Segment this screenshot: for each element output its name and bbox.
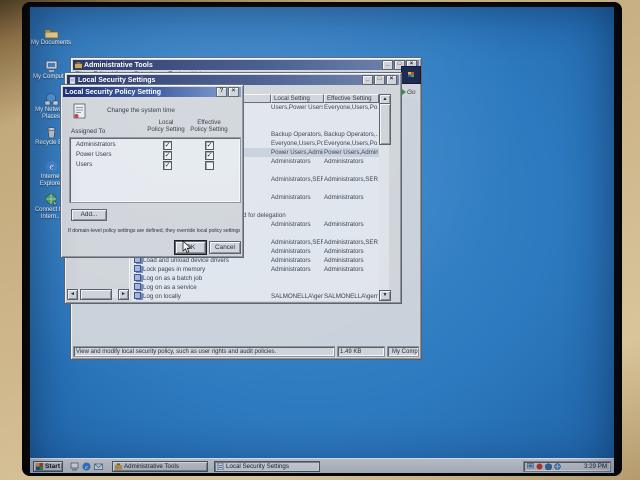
dialog-title: Local Security Policy Setting <box>65 89 161 96</box>
table-row[interactable]: Log on as a service <box>131 283 379 292</box>
effective-policy-setting-header: EffectivePolicy Setting <box>183 119 235 133</box>
assigned-to-label: Assigned To <box>71 128 105 135</box>
maximize-button[interactable]: □ <box>374 75 385 85</box>
ie-icon: e <box>44 160 59 173</box>
policy-setting-dialog: Local Security Policy Setting ? × Change… <box>60 84 244 258</box>
scroll-right-icon[interactable]: ► <box>118 289 129 300</box>
horizontal-scrollbar[interactable]: ◄ ► <box>67 289 129 298</box>
taskbar-clock[interactable]: 3:29 PM <box>584 463 607 470</box>
network-tray-icon[interactable] <box>554 463 561 470</box>
checkbox-effective[interactable] <box>205 141 214 150</box>
security-settings-icon <box>69 77 76 84</box>
status-hint: View and modify local security policy, s… <box>73 346 335 357</box>
status-bar: View and modify local security policy, s… <box>73 346 419 357</box>
list-item[interactable]: Users <box>70 161 240 170</box>
antivirus-tray-icon[interactable] <box>536 463 543 470</box>
minimize-button[interactable]: _ <box>362 75 373 85</box>
assigned-to-list[interactable]: Administrators Power Users Users <box>69 137 241 203</box>
scheduler-tray-icon[interactable] <box>545 463 552 470</box>
icon-label: My Documents <box>31 40 71 46</box>
svg-text:e: e <box>49 162 53 172</box>
policy-name: Change the system time <box>107 107 175 114</box>
window-title: Local Security Settings <box>78 77 155 84</box>
checkbox-effective[interactable] <box>205 151 214 160</box>
scrollbar-thumb[interactable] <box>80 289 112 300</box>
outlook-express-quicklaunch-icon[interactable] <box>94 462 103 471</box>
add-button[interactable]: Add... <box>71 209 107 221</box>
connect-internet-icon <box>44 193 59 206</box>
scrollbar-thumb[interactable] <box>379 103 391 145</box>
column-effective-setting[interactable]: Effective Setting <box>324 94 379 103</box>
checkbox-local[interactable] <box>163 141 172 150</box>
recycle-bin-icon <box>44 126 59 139</box>
network-icon <box>44 93 59 106</box>
admin-tools-icon <box>75 62 82 69</box>
checkbox-effective[interactable] <box>205 161 214 170</box>
folder-icon <box>44 27 59 39</box>
cancel-button[interactable]: Cancel <box>209 241 241 254</box>
monitor-bezel: My Documents My Computer My Network Plac… <box>0 0 640 480</box>
security-settings-icon <box>217 463 224 470</box>
checkbox-local[interactable] <box>163 151 172 160</box>
close-button[interactable]: × <box>228 87 239 97</box>
system-tray: 3:29 PM <box>523 461 611 472</box>
column-local-setting[interactable]: Local Setting <box>271 94 324 103</box>
policy-scroll-icon <box>72 103 87 120</box>
go-arrow-icon <box>402 89 406 95</box>
list-item[interactable]: Administrators <box>70 141 240 150</box>
task-button-administrative-tools[interactable]: Administrative Tools <box>112 461 208 472</box>
minimize-button[interactable]: _ <box>382 60 393 70</box>
desktop-icon-my-documents[interactable]: My Documents <box>30 27 72 47</box>
checkbox-local[interactable] <box>163 161 172 170</box>
window-title: Administrative Tools <box>84 62 153 69</box>
task-button-local-security-settings[interactable]: Local Security Settings <box>214 461 320 472</box>
windows-flag-icon <box>36 463 43 470</box>
scroll-left-icon[interactable]: ◄ <box>67 289 78 300</box>
close-button[interactable]: × <box>386 75 397 85</box>
display-tray-icon[interactable] <box>527 463 534 470</box>
show-desktop-icon[interactable] <box>70 462 79 471</box>
table-row[interactable]: Log on as a batch job <box>131 274 379 283</box>
svg-text:e: e <box>85 464 88 471</box>
desktop: My Documents My Computer My Network Plac… <box>30 7 614 473</box>
admin-tools-titlebar[interactable]: Administrative Tools _ □ × <box>73 60 419 70</box>
status-size: 1.49 KB <box>337 346 385 357</box>
table-row[interactable]: Lock pages in memoryAdministratorsAdmini… <box>131 265 379 274</box>
computer-icon <box>44 60 59 73</box>
start-button[interactable]: Start <box>33 461 63 472</box>
list-item[interactable]: Power Users <box>70 151 240 160</box>
help-button[interactable]: ? <box>216 87 227 97</box>
scroll-down-icon[interactable]: ▼ <box>379 290 391 301</box>
vertical-scrollbar[interactable]: ▲ ▼ <box>379 94 389 301</box>
mouse-cursor <box>182 240 192 254</box>
go-label: Go <box>407 89 416 96</box>
internet-explorer-quicklaunch-icon[interactable]: e <box>82 462 91 471</box>
go-button[interactable]: Go <box>402 87 420 97</box>
dialog-titlebar[interactable]: Local Security Policy Setting ? × <box>63 87 241 97</box>
table-row[interactable]: Log on locallySALMONELLA\germ...SALMONEL… <box>131 292 379 301</box>
icon-label: Internet Explorer <box>40 174 62 187</box>
admin-tools-icon <box>115 463 122 470</box>
status-zone: My Computer <box>387 346 419 357</box>
domain-note: If domain-level policy settings are defi… <box>68 228 240 234</box>
windows-throbber-icon <box>401 66 421 84</box>
taskbar: Start e Administrative Tools Local Secur… <box>30 458 614 473</box>
